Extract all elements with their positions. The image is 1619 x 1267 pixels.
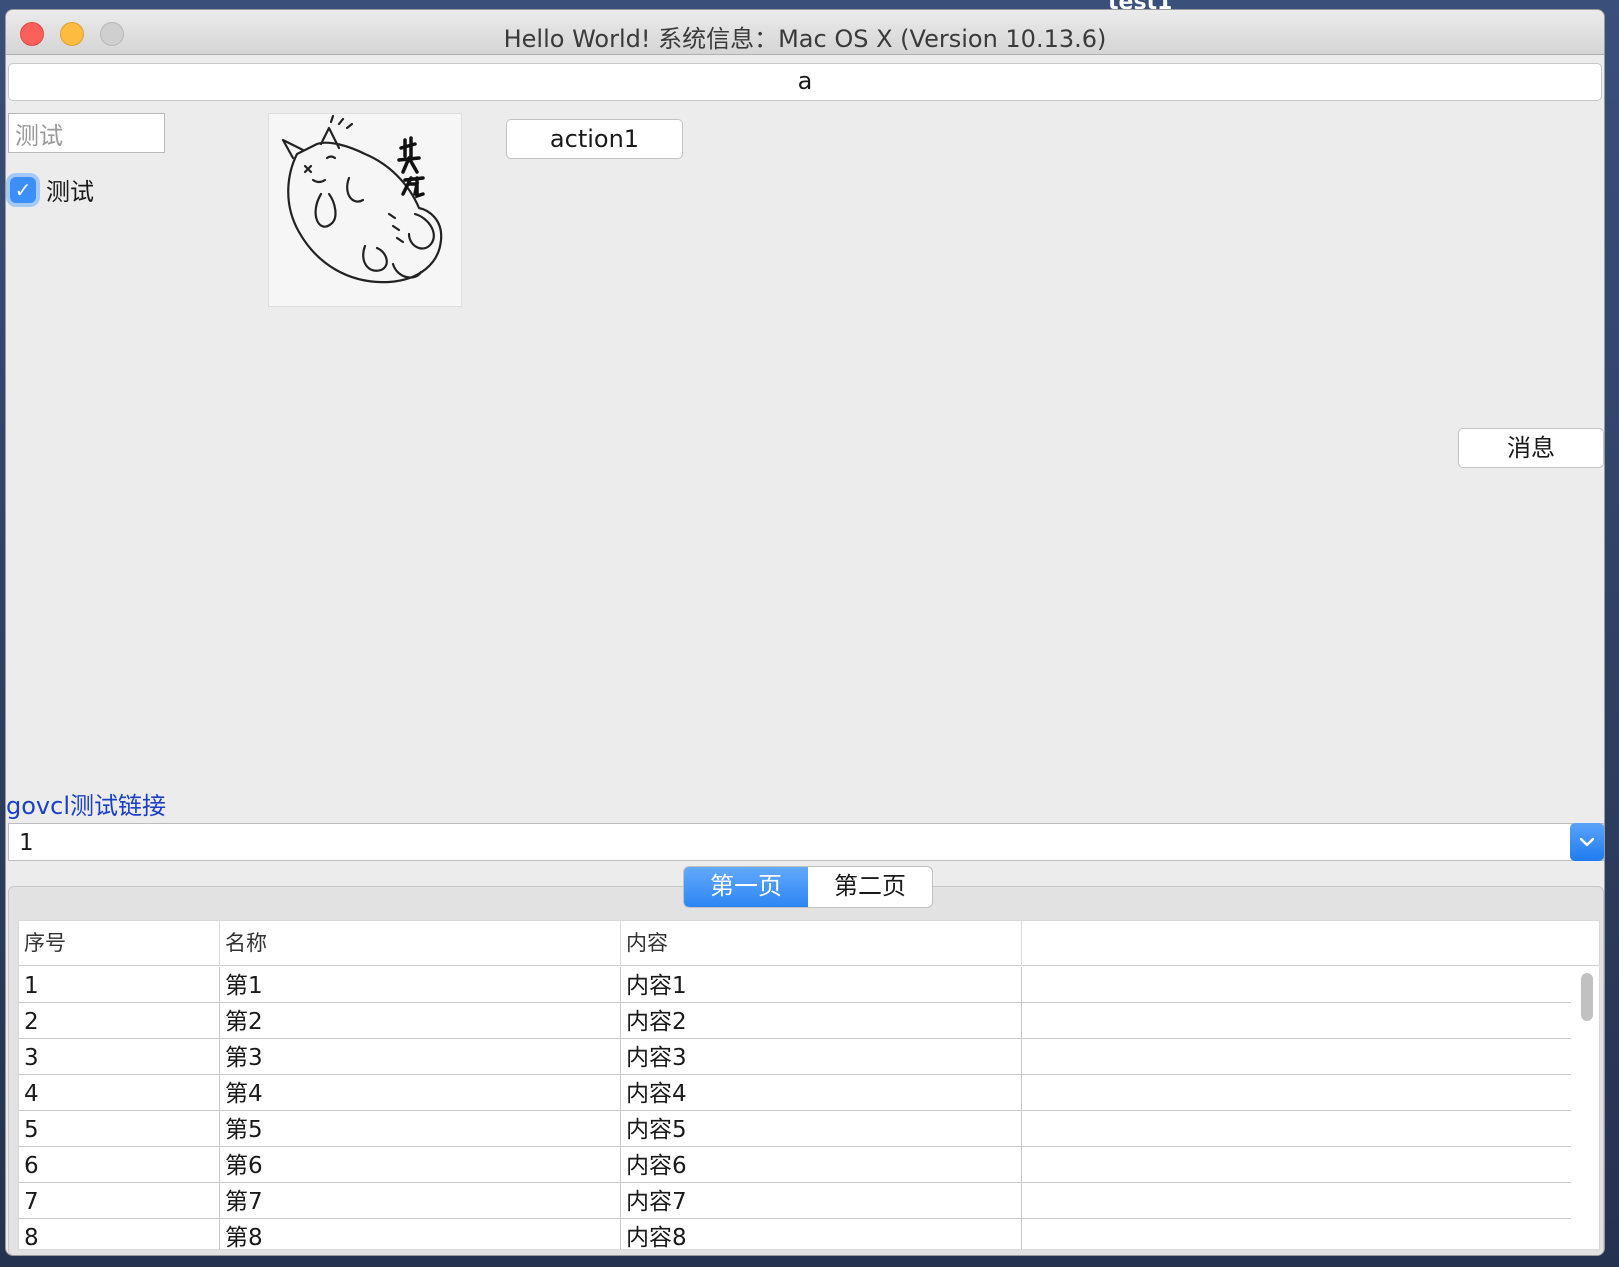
cell-content[interactable]: 内容7 xyxy=(621,1183,1022,1218)
column-header-index[interactable]: 序号 xyxy=(19,921,220,965)
cell-content[interactable]: 内容3 xyxy=(621,1039,1022,1074)
table-row[interactable]: 3 第3 内容3 xyxy=(19,1039,1571,1075)
combo-selected-value: 1 xyxy=(19,830,34,856)
chevron-down-icon[interactable] xyxy=(1570,823,1604,861)
cell-extra[interactable] xyxy=(1022,1219,1571,1249)
grid-body: 1 第1 内容1 2 第2 内容2 3 第3 内容3 4 第4 内容4 5 第5… xyxy=(19,967,1571,1249)
cell-content[interactable]: 内容5 xyxy=(621,1111,1022,1146)
tab-page-one[interactable]: 第一页 xyxy=(684,867,808,907)
cell-name[interactable]: 第7 xyxy=(220,1183,621,1218)
table-row[interactable]: 1 第1 内容1 xyxy=(19,967,1571,1003)
cell-extra[interactable] xyxy=(1022,1003,1571,1038)
scrollbar-thumb[interactable] xyxy=(1581,973,1593,1021)
checkmark-icon[interactable]: ✓ xyxy=(10,176,36,203)
cell-index[interactable]: 4 xyxy=(19,1075,220,1110)
action1-button[interactable]: action1 xyxy=(506,119,683,159)
page-tabs: 第一页 第二页 xyxy=(683,866,933,908)
cell-name[interactable]: 第3 xyxy=(220,1039,621,1074)
app-window: Hello World! 系统信息：Mac OS X (Version 10.1… xyxy=(6,10,1604,1255)
cat-sticker-image xyxy=(268,113,462,307)
cell-name[interactable]: 第6 xyxy=(220,1147,621,1182)
cell-extra[interactable] xyxy=(1022,1111,1571,1146)
cell-index[interactable]: 5 xyxy=(19,1111,220,1146)
table-row[interactable]: 6 第6 内容6 xyxy=(19,1147,1571,1183)
desktop: test1 Hello World! 系统信息：Mac OS X (Versio… xyxy=(0,0,1619,1267)
cell-content[interactable]: 内容8 xyxy=(621,1219,1022,1249)
top-wide-button[interactable]: a xyxy=(8,63,1602,101)
checkbox-label: 测试 xyxy=(46,178,94,206)
cell-extra[interactable] xyxy=(1022,1147,1571,1182)
column-header-content[interactable]: 内容 xyxy=(621,921,1022,965)
cell-content[interactable]: 内容1 xyxy=(621,967,1022,1002)
cell-index[interactable]: 1 xyxy=(19,967,220,1002)
govcl-test-link[interactable]: govcl测试链接 xyxy=(6,786,166,821)
test-checkbox[interactable]: ✓ 测试 xyxy=(10,172,94,207)
cell-name[interactable]: 第8 xyxy=(220,1219,621,1249)
table-row[interactable]: 8 第8 内容8 xyxy=(19,1219,1571,1249)
cell-name[interactable]: 第4 xyxy=(220,1075,621,1110)
cell-extra[interactable] xyxy=(1022,967,1571,1002)
cell-name[interactable]: 第2 xyxy=(220,1003,621,1038)
message-button[interactable]: 消息 xyxy=(1458,428,1604,468)
test-edit-field[interactable] xyxy=(8,113,165,153)
cell-index[interactable]: 2 xyxy=(19,1003,220,1038)
column-header-name[interactable]: 名称 xyxy=(220,921,621,965)
cell-content[interactable]: 内容6 xyxy=(621,1147,1022,1182)
grid-header: 序号 名称 内容 xyxy=(19,921,1599,966)
column-header-empty xyxy=(1022,921,1571,965)
cell-content[interactable]: 内容2 xyxy=(621,1003,1022,1038)
cat-drawing-icon xyxy=(281,114,443,284)
cell-extra[interactable] xyxy=(1022,1183,1571,1218)
grid-vertical-scrollbar[interactable] xyxy=(1577,971,1595,1249)
table-row[interactable]: 7 第7 内容7 xyxy=(19,1183,1571,1219)
table-row[interactable]: 2 第2 内容2 xyxy=(19,1003,1571,1039)
cell-index[interactable]: 3 xyxy=(19,1039,220,1074)
table-row[interactable]: 5 第5 内容5 xyxy=(19,1111,1571,1147)
cell-name[interactable]: 第5 xyxy=(220,1111,621,1146)
cell-name[interactable]: 第1 xyxy=(220,967,621,1002)
tab-page-two[interactable]: 第二页 xyxy=(808,867,932,907)
cell-content[interactable]: 内容4 xyxy=(621,1075,1022,1110)
table-row[interactable]: 4 第4 内容4 xyxy=(19,1075,1571,1111)
cell-extra[interactable] xyxy=(1022,1075,1571,1110)
cell-index[interactable]: 8 xyxy=(19,1219,220,1249)
title-bar[interactable]: Hello World! 系统信息：Mac OS X (Version 10.1… xyxy=(6,10,1604,55)
window-title: Hello World! 系统信息：Mac OS X (Version 10.1… xyxy=(503,25,1107,53)
cell-index[interactable]: 6 xyxy=(19,1147,220,1182)
data-grid[interactable]: 序号 名称 内容 1 第1 内容1 2 第2 内容2 3 第3 内容3 4 第4… xyxy=(18,920,1600,1250)
combo-box[interactable]: 1 xyxy=(8,823,1604,861)
cell-extra[interactable] xyxy=(1022,1039,1571,1074)
cell-index[interactable]: 7 xyxy=(19,1183,220,1218)
